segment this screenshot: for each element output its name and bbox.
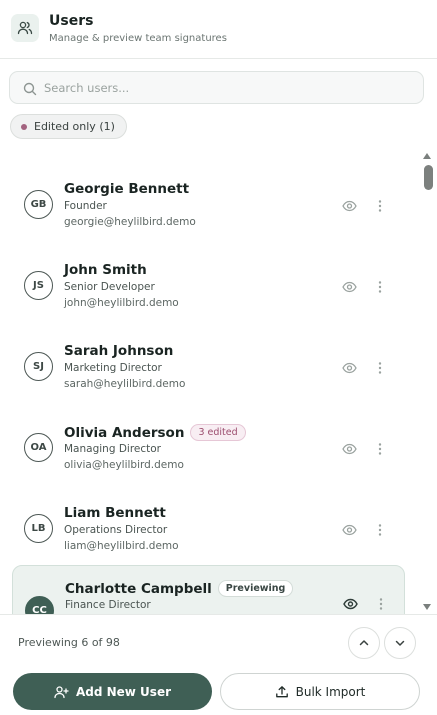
user-email: john@heylilbird.demo <box>64 297 179 309</box>
edited-only-filter-chip[interactable]: Edited only (1) <box>10 114 127 139</box>
page-subtitle: Manage & preview team signatures <box>49 33 227 44</box>
add-new-user-label: Add New User <box>75 684 172 699</box>
page-title: Users <box>49 13 94 29</box>
user-name: Georgie Bennett <box>64 181 190 197</box>
user-name: John Smith <box>64 262 147 278</box>
avatar: CC <box>25 596 54 614</box>
bulk-import-label: Bulk Import <box>295 684 366 699</box>
user-role: Marketing Director <box>64 362 162 374</box>
user-role: Operations Director <box>64 524 168 536</box>
user-role: Finance Director <box>65 599 151 611</box>
user-row[interactable]: SJ Sarah Johnson Marketing Director sara… <box>12 322 405 396</box>
user-row[interactable]: LB Liam Bennett Operations Director liam… <box>12 484 405 558</box>
user-email: liam@heylilbird.demo <box>64 540 179 552</box>
user-name: Olivia Anderson 3 edited <box>64 424 246 441</box>
user-role: Managing Director <box>64 443 162 455</box>
panel-footer: Previewing 6 of 98 Add New User Bulk Imp… <box>0 614 437 715</box>
user-row-active[interactable]: CC Charlotte Campbell Previewing Finance … <box>12 565 405 614</box>
user-name: Charlotte Campbell Previewing <box>65 580 294 597</box>
avatar: LB <box>24 514 53 543</box>
user-email: sarah@heylilbird.demo <box>64 378 186 390</box>
search-icon <box>23 81 37 100</box>
panel-header: Users Manage & preview team signatures <box>0 0 437 59</box>
eye-icon[interactable] <box>342 279 357 298</box>
avatar: SJ <box>24 352 53 381</box>
more-options-icon[interactable] <box>376 441 384 455</box>
more-options-icon[interactable] <box>377 596 385 610</box>
search-box <box>9 71 424 104</box>
user-plus-icon <box>54 685 69 699</box>
avatar: JS <box>24 271 53 300</box>
preview-count: Previewing 6 of 98 <box>18 636 120 649</box>
edited-badge: 3 edited <box>190 424 246 441</box>
user-name: Liam Bennett <box>64 505 166 521</box>
add-new-user-button[interactable]: Add New User <box>13 673 212 710</box>
chevron-down-icon <box>394 634 406 653</box>
more-options-icon[interactable] <box>376 360 384 374</box>
user-email: olivia@heylilbird.demo <box>64 459 184 471</box>
more-options-icon[interactable] <box>376 279 384 293</box>
avatar: GB <box>24 190 53 219</box>
more-options-icon[interactable] <box>376 522 384 536</box>
more-options-icon[interactable] <box>376 198 384 212</box>
upload-icon <box>275 685 289 699</box>
eye-icon[interactable] <box>343 596 358 614</box>
scroll-up-arrow[interactable] <box>423 153 431 159</box>
users-icon <box>11 14 39 42</box>
scroll-down-arrow[interactable] <box>423 604 431 610</box>
eye-icon[interactable] <box>342 360 357 379</box>
previewing-badge: Previewing <box>217 580 294 597</box>
user-row[interactable]: GB Georgie Bennett Founder georgie@heyli… <box>12 160 405 234</box>
filter-dot-icon <box>21 123 27 130</box>
user-email: georgie@heylilbird.demo <box>64 216 196 228</box>
eye-icon[interactable] <box>342 522 357 541</box>
search-input[interactable] <box>44 78 404 98</box>
user-list: GB Georgie Bennett Founder georgie@heyli… <box>0 152 420 614</box>
filter-chip-label: Edited only (1) <box>34 120 115 133</box>
user-row[interactable]: JS John Smith Senior Developer john@heyl… <box>12 241 405 315</box>
scrollbar-thumb[interactable] <box>424 165 433 190</box>
next-user-button[interactable] <box>384 627 416 659</box>
user-role: Founder <box>64 200 107 212</box>
eye-icon[interactable] <box>342 441 357 460</box>
previous-user-button[interactable] <box>348 627 380 659</box>
chevron-up-icon <box>358 634 370 653</box>
user-role: Senior Developer <box>64 281 155 293</box>
user-row[interactable]: OA Olivia Anderson 3 edited Managing Dire… <box>12 403 405 477</box>
user-name: Sarah Johnson <box>64 343 174 359</box>
avatar: OA <box>24 433 53 462</box>
eye-icon[interactable] <box>342 198 357 217</box>
bulk-import-button[interactable]: Bulk Import <box>220 673 420 710</box>
